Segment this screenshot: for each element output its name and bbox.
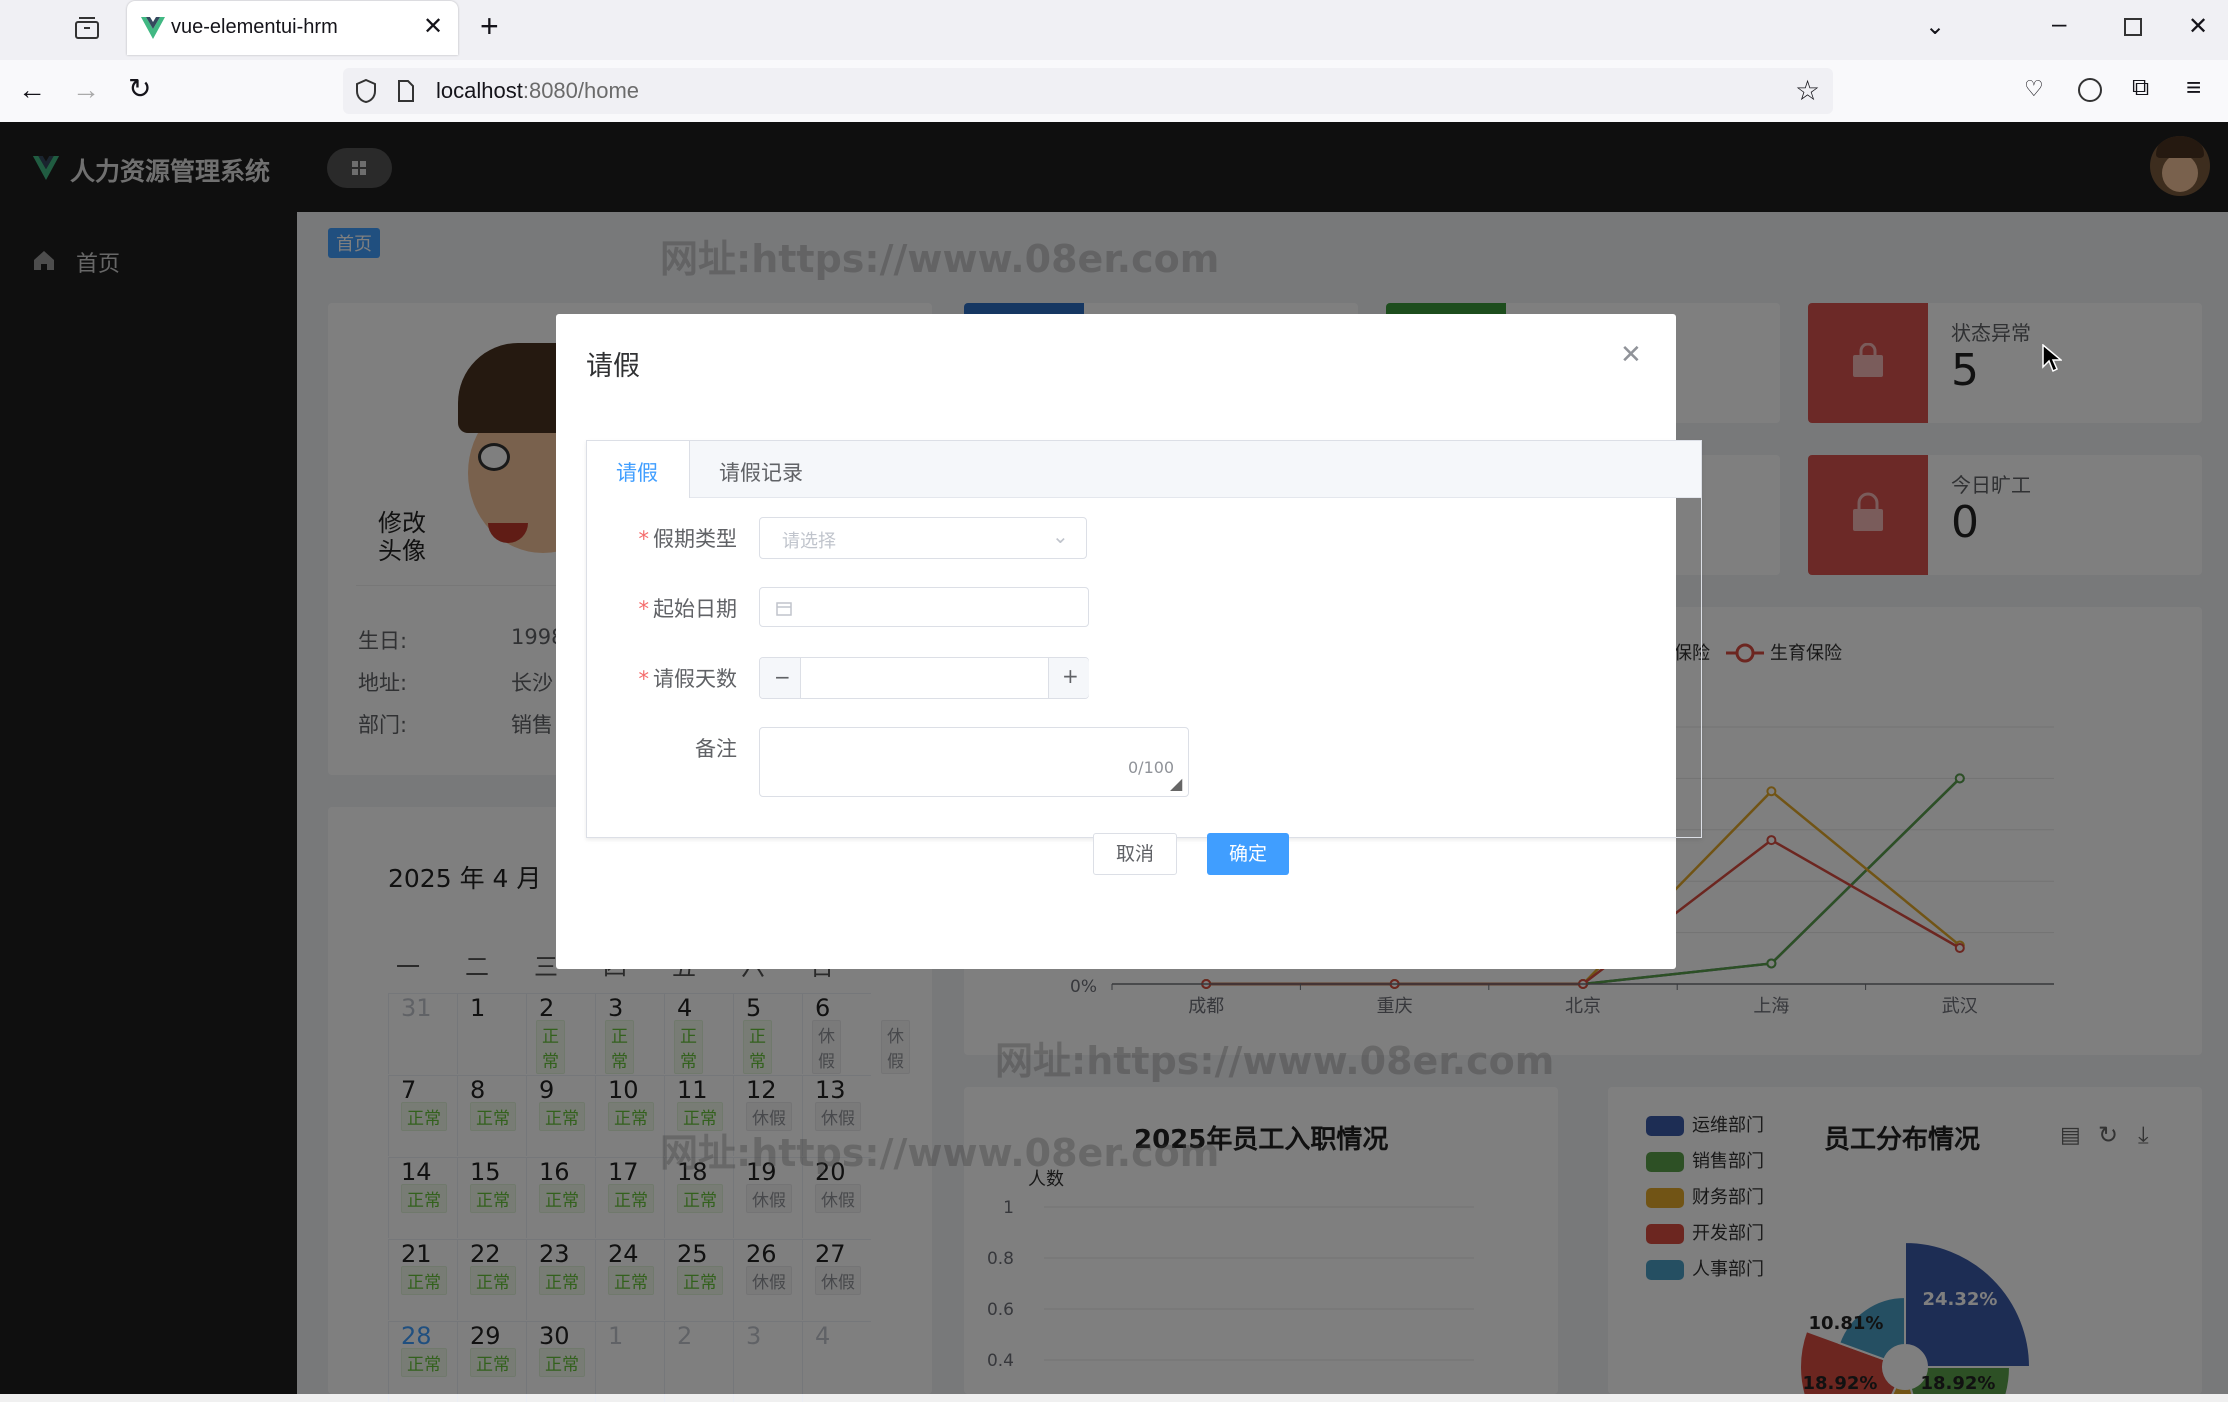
- tab-container: 请假 请假记录 * 假期类型 请选择 ⌄ * 起始日期 * 请假天数 − + 备注 0…: [586, 440, 1702, 875]
- vue-logo-icon: [141, 17, 165, 39]
- list-tabs-icon[interactable]: ⌄: [1925, 12, 1945, 41]
- url-host: localhost: [436, 78, 523, 103]
- leave-days-stepper[interactable]: − +: [759, 657, 1089, 699]
- remark-label: 备注: [695, 737, 737, 761]
- shield-icon: [356, 79, 376, 103]
- resize-handle-icon[interactable]: ◢: [1170, 774, 1182, 793]
- confirm-button[interactable]: 确定: [1207, 833, 1289, 875]
- mouse-cursor-icon: [2042, 344, 2062, 373]
- start-date-picker[interactable]: [759, 587, 1089, 627]
- pocket-icon[interactable]: ♡: [2024, 76, 2044, 102]
- page-icon: [398, 80, 414, 102]
- close-window-icon[interactable]: ✕: [2188, 12, 2208, 41]
- extensions-icon[interactable]: ⧉: [2132, 74, 2149, 102]
- minimize-icon[interactable]: –: [2052, 8, 2066, 39]
- close-tab-icon[interactable]: ✕: [423, 12, 443, 41]
- address-bar[interactable]: localhost:8080/home ☆: [343, 68, 1833, 114]
- dialog-close-icon[interactable]: ✕: [1620, 340, 1642, 370]
- menu-icon[interactable]: ≡: [2186, 72, 2201, 103]
- remark-textarea[interactable]: 0/100 ◢: [759, 727, 1189, 797]
- reload-icon[interactable]: ↻: [128, 72, 151, 105]
- leave-dialog: 请假 ✕ 请假 请假记录 * 假期类型 请选择 ⌄ * 起始日期 * 请假天数 − +…: [556, 314, 1702, 969]
- tab-leave-records[interactable]: 请假记录: [690, 441, 840, 497]
- dialog-title: 请假: [586, 351, 640, 382]
- leave-type-select[interactable]: 请选择 ⌄: [759, 517, 1087, 559]
- account-icon[interactable]: [2078, 78, 2102, 102]
- tab-leave[interactable]: 请假: [587, 441, 690, 498]
- new-tab-button[interactable]: +: [480, 8, 499, 45]
- leave-type-label: * 假期类型: [638, 527, 738, 551]
- increase-button[interactable]: +: [1048, 658, 1089, 698]
- forward-icon[interactable]: →: [72, 74, 100, 106]
- back-icon[interactable]: ←: [18, 74, 46, 106]
- cancel-button[interactable]: 取消: [1093, 833, 1177, 875]
- calendar-icon: [776, 602, 792, 616]
- tab-overview-icon[interactable]: [74, 14, 100, 47]
- tab-title: vue-elementui-hrm: [171, 16, 338, 38]
- remark-char-count: 0/100: [1128, 758, 1175, 777]
- decrease-button[interactable]: −: [760, 658, 801, 698]
- chevron-down-icon: ⌄: [1052, 524, 1069, 548]
- start-date-label: * 起始日期: [638, 597, 738, 621]
- leave-days-label: * 请假天数: [638, 667, 738, 691]
- maximize-icon[interactable]: [2124, 18, 2142, 36]
- browser-tab[interactable]: vue-elementui-hrm ✕: [127, 1, 458, 55]
- bookmark-star-icon[interactable]: ☆: [1795, 74, 1820, 107]
- url-path: :8080/home: [522, 78, 640, 103]
